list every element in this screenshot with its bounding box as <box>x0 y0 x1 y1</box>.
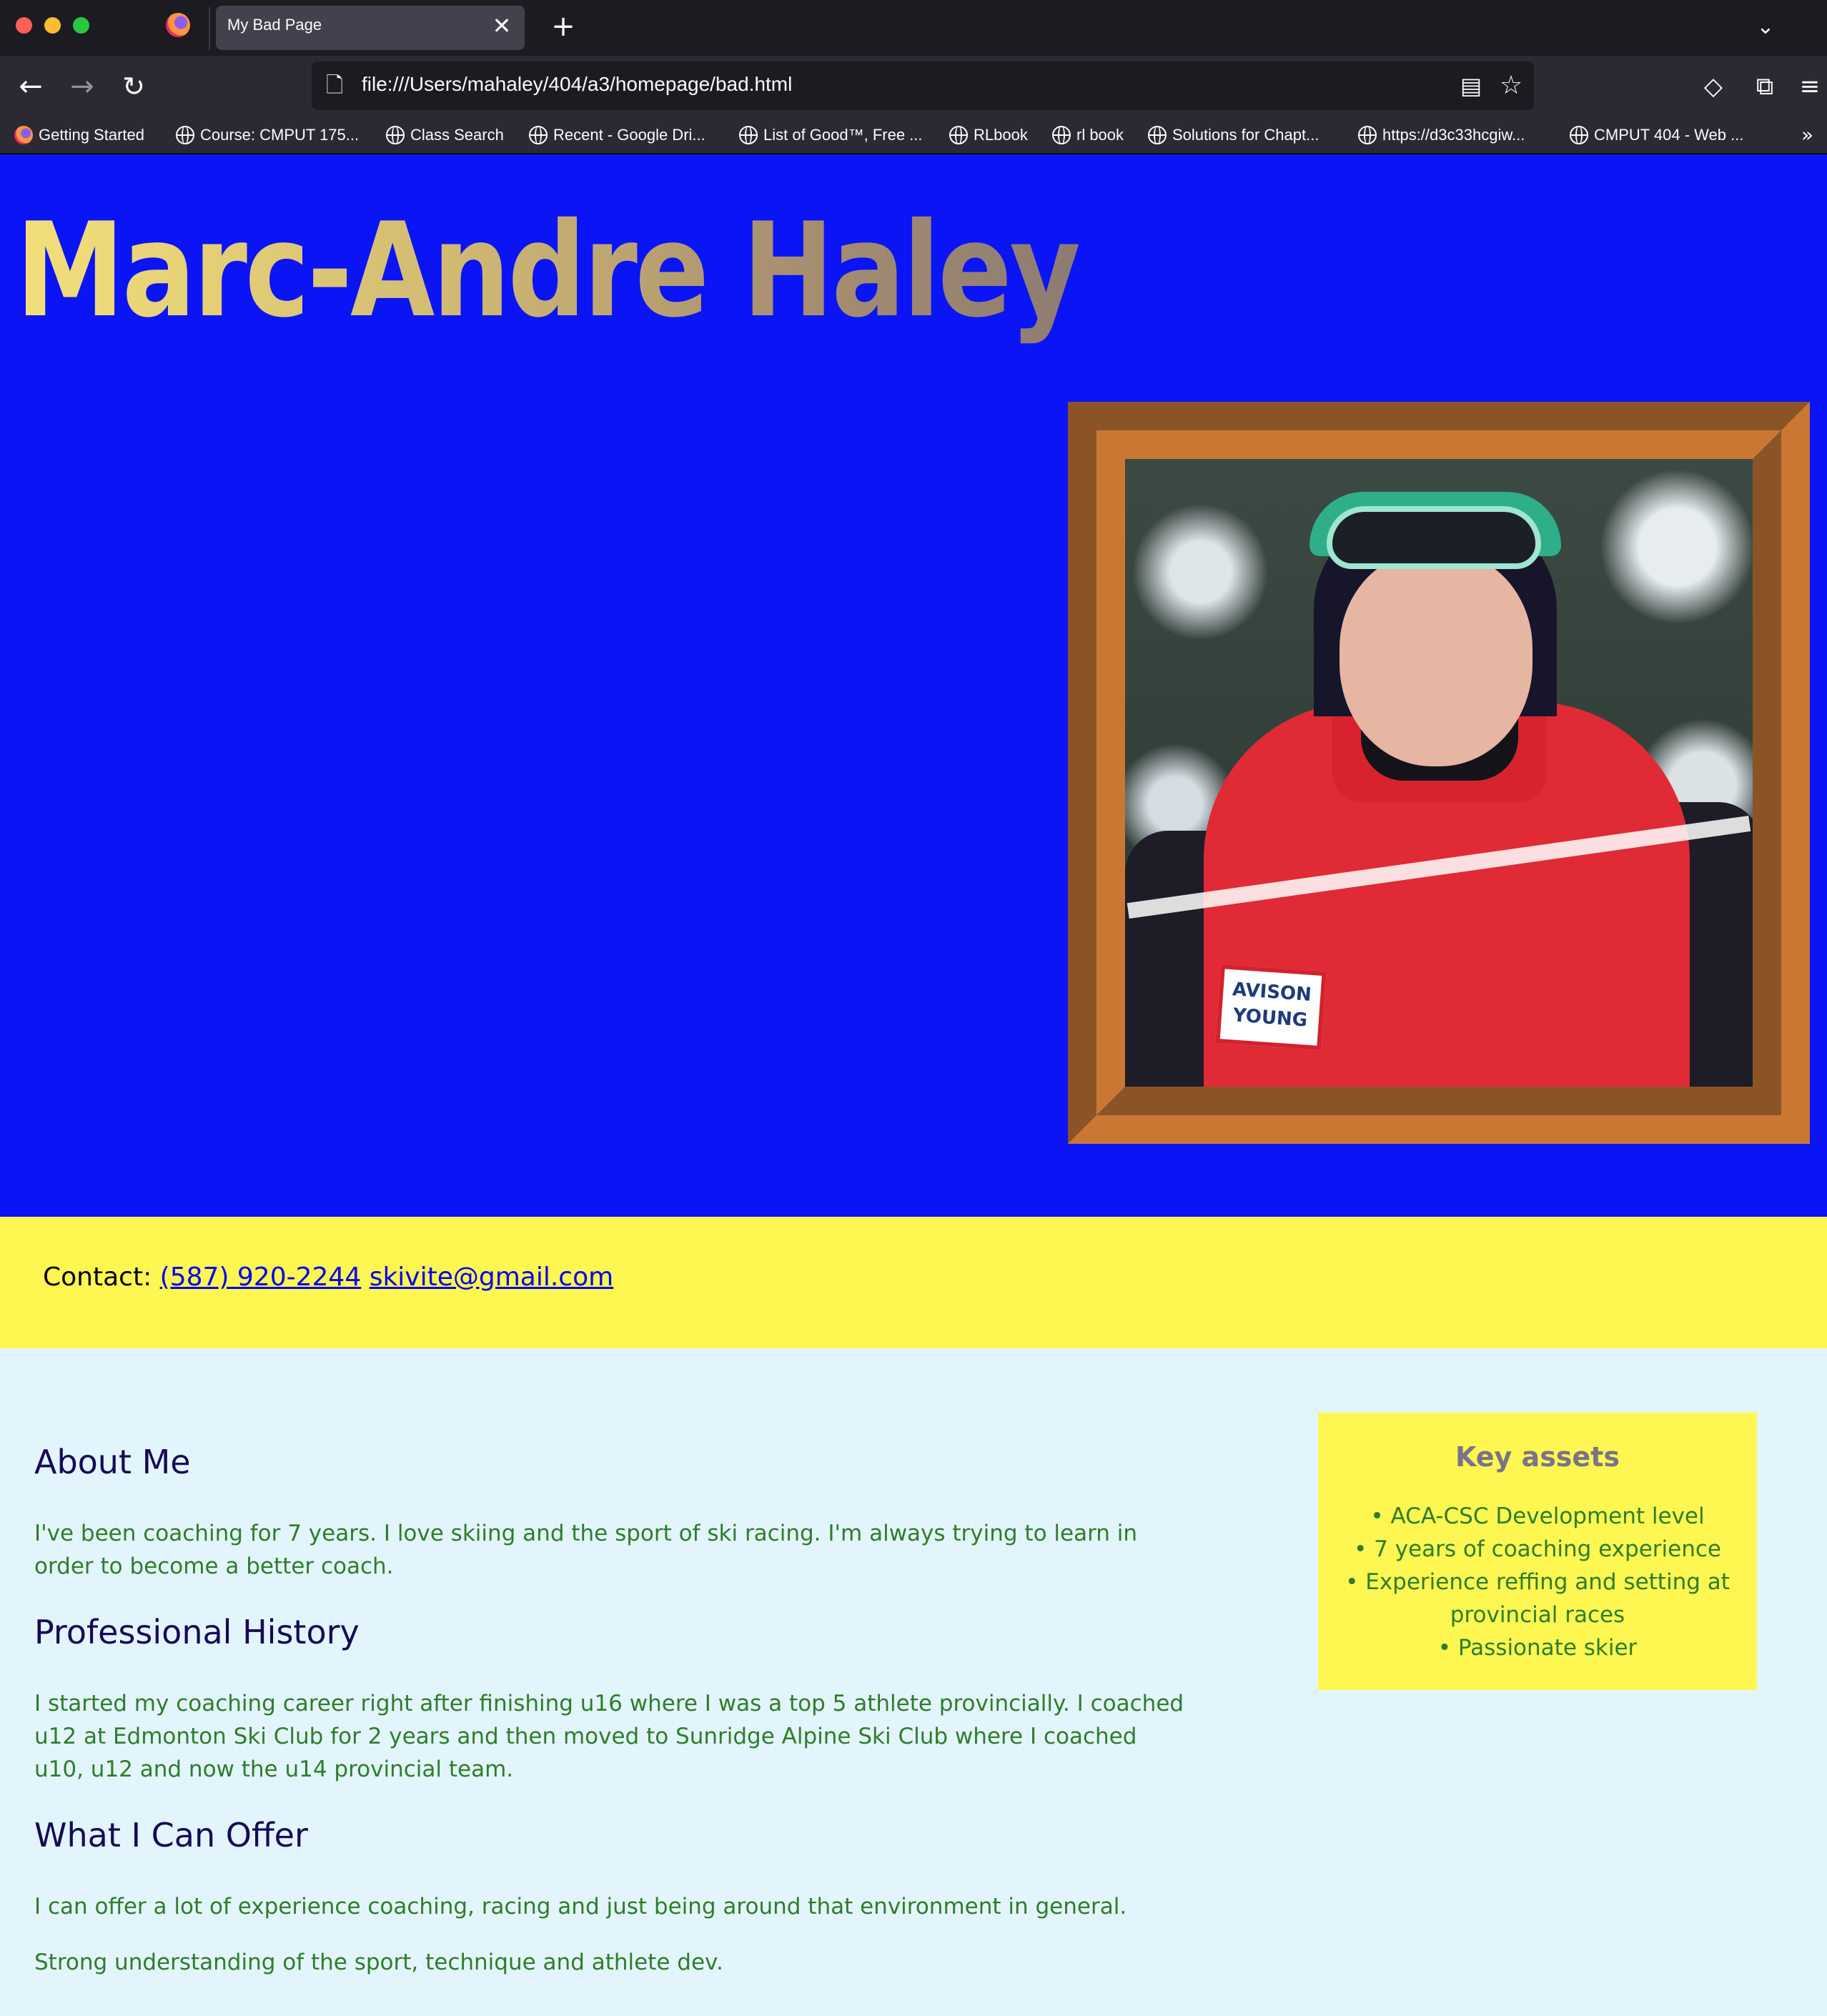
forward-arrow-icon[interactable]: → <box>63 67 102 106</box>
tab-close-icon[interactable]: ✕ <box>489 11 515 40</box>
about-heading: About Me <box>34 1443 191 1481</box>
bookmark-item[interactable]: Getting Started <box>14 122 144 149</box>
navigation-toolbar: ← → ↻ 🗋 file:///Users/mahaley/404/a3/hom… <box>0 56 1827 117</box>
tab-title: My Bad Page <box>227 16 322 34</box>
main-content: About Me I've been coaching for 7 years.… <box>0 1348 1827 2016</box>
globe-icon <box>1358 126 1377 144</box>
window-minimize-button[interactable] <box>44 17 61 34</box>
window-maximize-button[interactable] <box>73 17 89 34</box>
contact-section: Contact: (587) 920-2244 skivite@gmail.co… <box>0 1217 1827 1348</box>
bookmark-item[interactable]: Solutions for Chapt... <box>1148 122 1319 149</box>
title-bar: My Bad Page ✕ + ⌄ <box>0 0 1827 56</box>
photo-goggle-lens <box>1327 506 1541 569</box>
globe-icon <box>176 126 194 144</box>
globe-icon <box>1052 126 1071 144</box>
reader-view-icon[interactable]: ▤ <box>1455 70 1487 102</box>
list-item: Passionate skier <box>1332 1631 1743 1664</box>
tab-divider <box>209 7 210 50</box>
bookmark-item[interactable]: Class Search <box>386 122 504 149</box>
bookmark-item[interactable]: rl book <box>1052 122 1124 149</box>
bookmark-item[interactable]: RLbook <box>949 122 1028 149</box>
offer-text: Strong understanding of the sport, techn… <box>34 1950 723 1975</box>
photo-frame: AVISON YOUNG <box>1068 402 1810 1144</box>
globe-icon <box>386 126 405 144</box>
list-item: ACA-CSC Development level <box>1332 1500 1743 1533</box>
page-title: Marc-Andre Haley <box>16 194 1081 346</box>
photo-face <box>1340 552 1533 766</box>
firefox-icon <box>14 126 33 144</box>
email-link[interactable]: skivite@gmail.com <box>370 1263 614 1292</box>
history-text: I started my coaching career right after… <box>34 1691 1184 1782</box>
bookmarks-overflow-icon[interactable]: » <box>1801 122 1827 149</box>
hero-section: Marc-Andre Haley AVISON YOUNG <box>0 154 1827 1217</box>
globe-icon <box>1570 126 1588 144</box>
phone-link[interactable]: (587) 920-2244 <box>160 1263 362 1292</box>
address-bar[interactable]: 🗋 file:///Users/mahaley/404/a3/homepage/… <box>312 61 1534 110</box>
globe-icon <box>949 126 968 144</box>
bookmark-item[interactable]: List of Good™, Free ... <box>739 122 923 149</box>
key-assets-list: ACA-CSC Development level 7 years of coa… <box>1332 1500 1743 1664</box>
firefox-icon[interactable] <box>166 13 190 37</box>
back-arrow-icon[interactable]: ← <box>11 67 50 106</box>
window-close-button[interactable] <box>16 17 32 34</box>
tab-active[interactable]: My Bad Page ✕ <box>216 6 525 50</box>
bookmarks-toolbar: Getting Started Course: CMPUT 175... Cla… <box>0 117 1827 154</box>
menu-icon[interactable]: ≡ <box>1793 67 1827 106</box>
bookmark-item[interactable]: https://d3c33hcgiw... <box>1358 122 1525 149</box>
key-assets-box: Key assets ACA-CSC Development level 7 y… <box>1318 1413 1757 1690</box>
bookmark-item[interactable]: CMPUT 404 - Web ... <box>1570 122 1743 149</box>
url-text[interactable]: file:///Users/mahaley/404/a3/homepage/ba… <box>362 73 792 96</box>
tab-list-chevron-icon[interactable]: ⌄ <box>1748 10 1783 44</box>
reload-icon[interactable]: ↻ <box>114 67 153 106</box>
offer-heading: What I Can Offer <box>34 1816 308 1854</box>
list-item: 7 years of coaching experience <box>1332 1533 1743 1566</box>
bookmark-star-icon[interactable]: ☆ <box>1495 70 1527 102</box>
globe-icon <box>739 126 758 144</box>
photo-frame-inner: AVISON YOUNG <box>1096 430 1781 1115</box>
pocket-icon[interactable]: ◇ <box>1694 67 1733 106</box>
page-icon: 🗋 <box>326 73 344 98</box>
extensions-icon[interactable]: ⧉ <box>1746 67 1784 106</box>
bookmark-item[interactable]: Course: CMPUT 175... <box>176 122 359 149</box>
globe-icon <box>1148 126 1167 144</box>
contact-line: Contact: (587) 920-2244 skivite@gmail.co… <box>43 1263 613 1292</box>
about-text: I've been coaching for 7 years. I love s… <box>34 1521 1138 1579</box>
list-item: Experience reffing and setting at provin… <box>1332 1566 1743 1631</box>
key-assets-title: Key assets <box>1455 1441 1620 1473</box>
profile-photo: AVISON YOUNG <box>1125 459 1753 1087</box>
photo-sponsor-badge: AVISON YOUNG <box>1215 964 1327 1051</box>
new-tab-button[interactable]: + <box>546 10 580 44</box>
globe-icon <box>529 126 548 144</box>
offer-text: I can offer a lot of experience coaching… <box>34 1894 1127 1919</box>
contact-label: Contact: <box>43 1263 152 1292</box>
bookmark-item[interactable]: Recent - Google Dri... <box>529 122 705 149</box>
history-heading: Professional History <box>34 1613 360 1651</box>
